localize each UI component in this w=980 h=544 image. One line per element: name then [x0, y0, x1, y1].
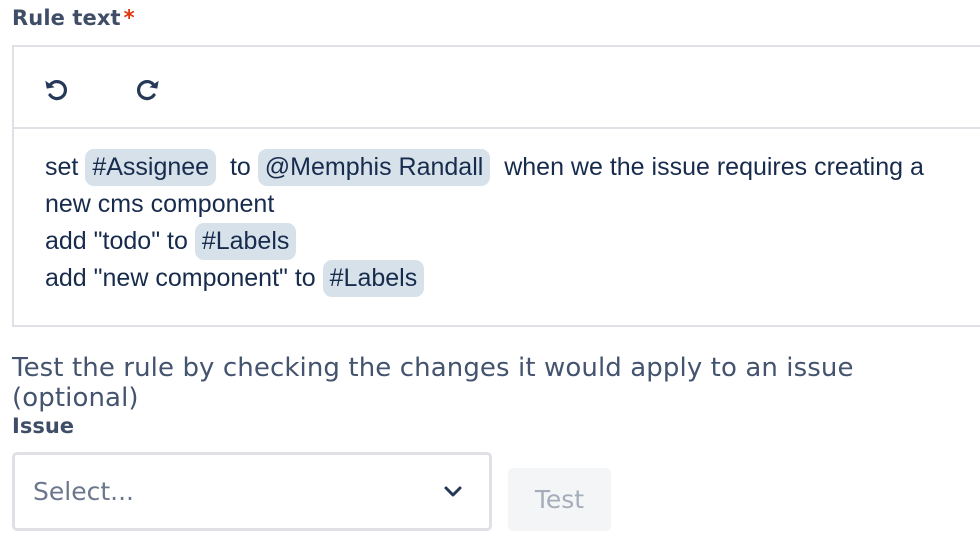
- issue-select[interactable]: Select...: [12, 452, 492, 531]
- user-mention-chip[interactable]: @Memphis Randall: [257, 149, 491, 186]
- rule-text-editor[interactable]: set #Assignee to @Memphis Randall when w…: [12, 45, 980, 327]
- field-chip-assignee[interactable]: #Assignee: [85, 149, 217, 186]
- rule-text: new cms component: [45, 190, 275, 218]
- field-chip-labels[interactable]: #Labels: [322, 260, 425, 297]
- redo-icon: [137, 79, 159, 101]
- rule-text: add "todo" to: [45, 227, 188, 255]
- undo-icon: [45, 79, 67, 101]
- rule-text-content[interactable]: set #Assignee to @Memphis Randall when w…: [45, 149, 980, 297]
- rule-text: set: [45, 153, 79, 181]
- rule-text: add "new component" to: [45, 264, 316, 292]
- redo-button[interactable]: [132, 74, 162, 104]
- rule-text-label: Rule text *: [12, 6, 135, 30]
- rule-text: to: [229, 153, 251, 181]
- required-marker: *: [123, 6, 135, 30]
- issue-select-placeholder: Select...: [33, 477, 134, 506]
- rule-text-label-text: Rule text: [12, 6, 121, 30]
- rule-text: when we the issue requires creating a: [504, 153, 924, 181]
- test-button[interactable]: Test: [508, 468, 611, 531]
- chevron-down-icon[interactable]: [443, 485, 463, 499]
- issue-label: Issue: [12, 414, 75, 438]
- rule-line: set #Assignee to @Memphis Randall when w…: [45, 149, 980, 186]
- rule-line: new cms component: [45, 186, 980, 223]
- editor-toolbar: [14, 47, 980, 129]
- field-chip-labels[interactable]: #Labels: [194, 223, 297, 260]
- undo-button[interactable]: [42, 74, 72, 104]
- rule-line: add "new component" to #Labels: [45, 260, 980, 297]
- rule-line: add "todo" to #Labels: [45, 223, 980, 260]
- test-rule-hint: Test the rule by checking the changes it…: [12, 353, 854, 413]
